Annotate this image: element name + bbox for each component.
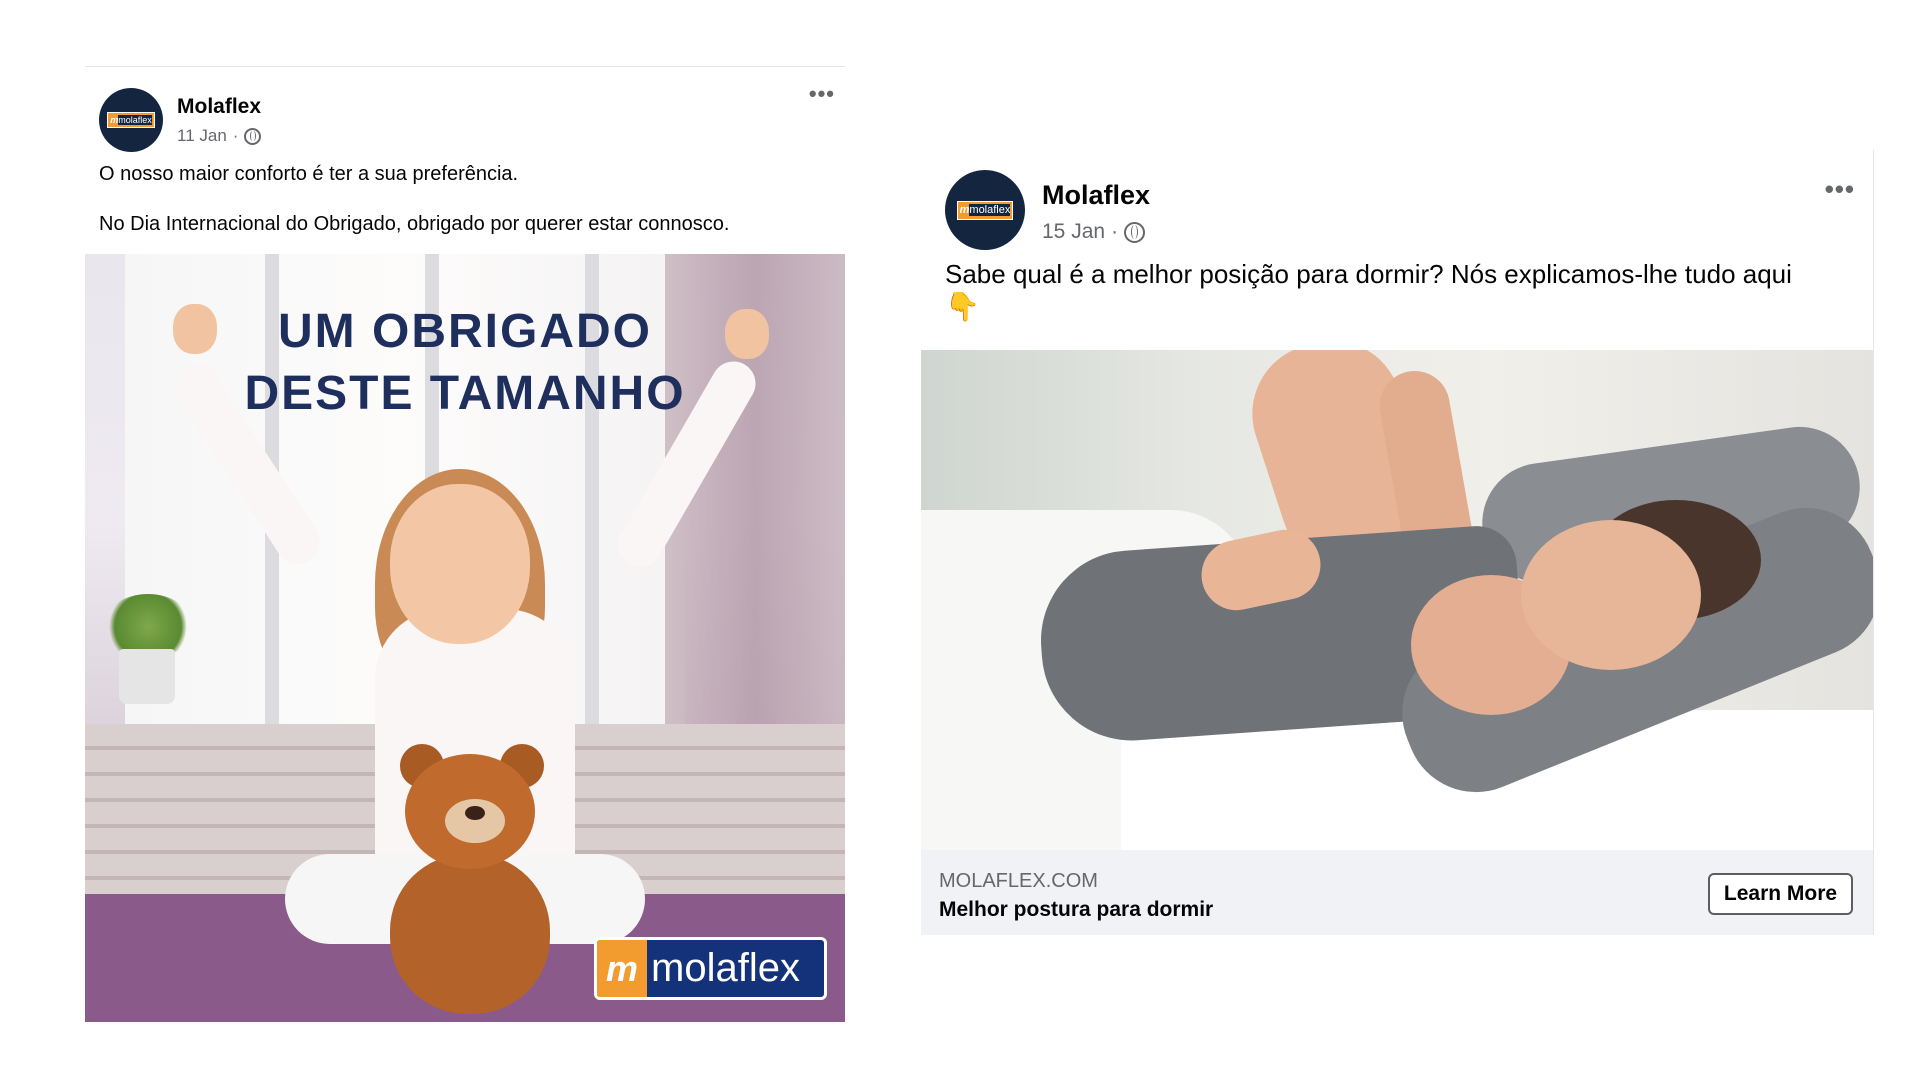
post-meta: 11 Jan · (177, 126, 262, 146)
brand-mark: m (597, 940, 647, 997)
logo-text: molaflex (118, 115, 152, 125)
page-name-link[interactable]: Molaflex (177, 95, 261, 119)
image-headline-line-1: UM OBRIGADO (278, 305, 652, 358)
pointing-down-icon: 👇 (945, 291, 980, 322)
bear-nose (465, 806, 485, 820)
image-headline-line-2: DESTE TAMANHO (244, 367, 686, 420)
molaflex-logo-icon: m molaflex (956, 200, 1014, 220)
facebook-post-1: m molaflex Molaflex 11 Jan · ••• O nosso… (85, 66, 845, 1023)
molaflex-brand-logo: m molaflex (594, 937, 827, 1000)
girl-face (390, 484, 530, 644)
post-meta: 15 Jan · (1042, 220, 1146, 244)
link-title[interactable]: Melhor postura para dormir (939, 898, 1213, 922)
facebook-post-2: m molaflex Molaflex 15 Jan · ••• Sabe qu… (921, 150, 1874, 935)
more-options-icon[interactable]: ••• (809, 81, 835, 107)
page-avatar[interactable]: m molaflex (945, 170, 1025, 250)
post-text: Sabe qual é a melhor posição para dormir… (945, 258, 1845, 324)
logo-mark: m (110, 115, 119, 125)
teddy-bear (360, 744, 570, 1014)
brand-text: molaflex (651, 946, 800, 990)
post-text-body: Sabe qual é a melhor posição para dormir… (945, 259, 1792, 289)
plant-pot (119, 649, 175, 704)
more-options-icon[interactable]: ••• (1825, 174, 1855, 205)
bear-body (390, 854, 550, 1014)
meta-separator: · (232, 126, 239, 145)
logo-mark: m (959, 204, 970, 216)
post-text-line-1: O nosso maior conforto é ter a sua prefe… (99, 163, 519, 185)
link-domain: MOLAFLEX.COM (939, 870, 1098, 892)
logo-text: molaflex (969, 204, 1011, 216)
woman-face (1521, 520, 1701, 670)
learn-more-button[interactable]: Learn More (1708, 873, 1853, 915)
molaflex-logo-icon: m molaflex (107, 112, 155, 128)
post-date[interactable]: 15 Jan (1042, 220, 1105, 244)
meta-separator: · (1111, 220, 1119, 243)
post-image-girl-teddy[interactable]: UM OBRIGADO DESTE TAMANHO m molaflex (85, 254, 845, 1022)
post-image-woman-back-pain[interactable] (921, 350, 1873, 850)
link-preview[interactable]: MOLAFLEX.COM Melhor postura para dormir … (921, 850, 1873, 935)
page-name-link[interactable]: Molaflex (1042, 180, 1150, 211)
post-text-line-2: No Dia Internacional do Obrigado, obriga… (99, 213, 730, 235)
page-avatar[interactable]: m molaflex (99, 88, 163, 152)
globe-icon[interactable] (1124, 221, 1146, 243)
post-date[interactable]: 11 Jan (177, 126, 227, 146)
globe-icon[interactable] (244, 127, 262, 145)
